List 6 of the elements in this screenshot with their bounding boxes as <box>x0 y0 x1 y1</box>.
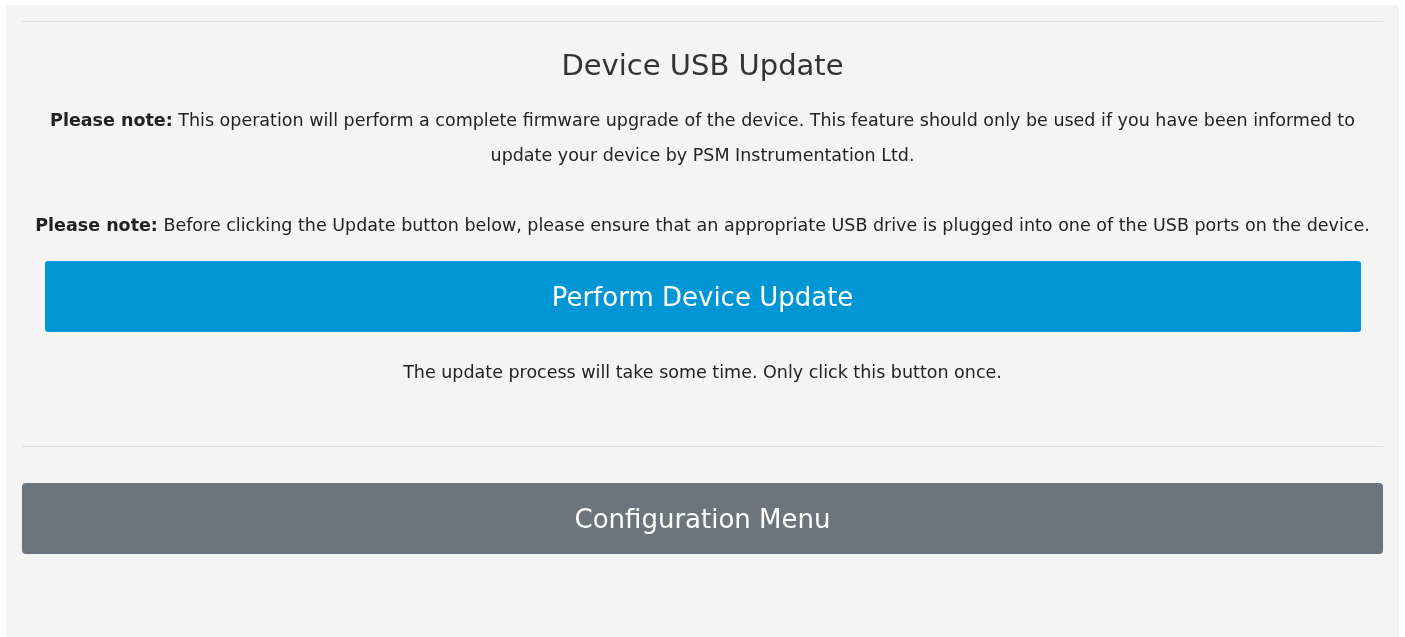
page-title: Device USB Update <box>561 48 844 82</box>
note-text: Please note: Before clicking the Update button below, please ensure that an appropriate USB drive is plugged into one of the USB ports on the device. <box>34 214 1371 237</box>
update-button[interactable]: Perform Device Update <box>44 261 1361 332</box>
note-text: Please note: This operation will perform a complete firmware upgrade of the device. This feature should only be used if you have been informed to update your device by PSM Instrumentation Ltd. <box>49 109 1356 167</box>
hint-text: The update process will take some time. Only click this button once. <box>403 362 1002 382</box>
menu-button[interactable]: Configuration Menu <box>22 483 1383 554</box>
